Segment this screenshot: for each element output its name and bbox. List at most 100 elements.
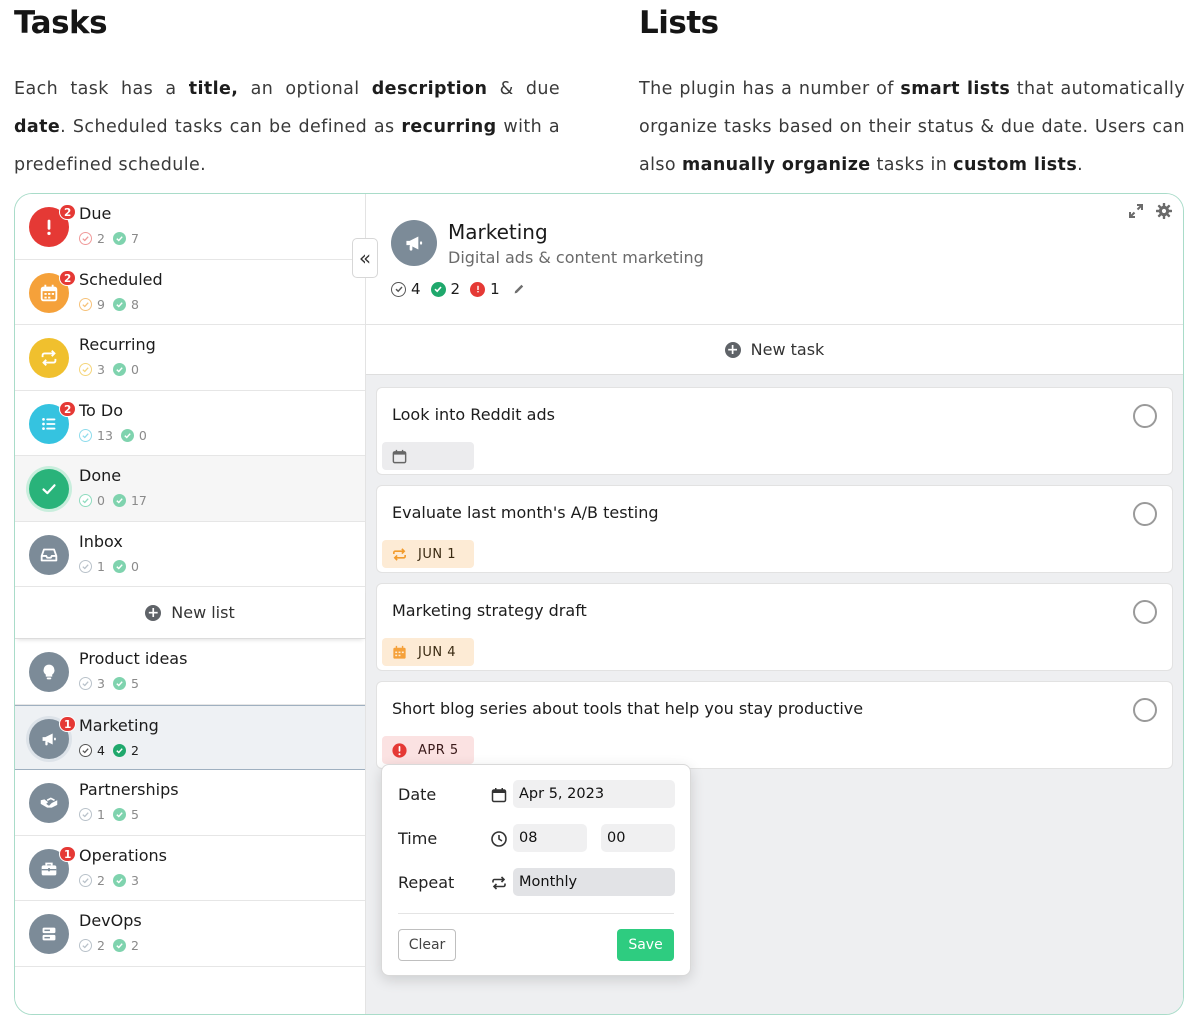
list-name: Done [79, 466, 122, 485]
date-input[interactable]: Apr 5, 2023 [513, 780, 675, 808]
tasks-heading: Tasks [14, 5, 108, 41]
task-title: Marketing strategy draft [392, 601, 587, 620]
done-tasks-icon [112, 494, 126, 507]
time-label: Time [398, 829, 438, 848]
clock-icon [491, 831, 507, 847]
sidebar: 2 Due 2 7 2 Scheduled 9 8 Recurring 3 0 … [15, 194, 366, 1014]
complete-task-checkbox[interactable] [1133, 600, 1157, 624]
list-counts: 1 0 [79, 559, 147, 574]
due-date-chip[interactable]: JUN 1 [382, 540, 474, 568]
done-tasks-icon [120, 428, 134, 442]
task-card[interactable]: Evaluate last month's A/B testing JUN 1 [376, 485, 1173, 573]
sidebar-item-marketing[interactable]: 1 Marketing 4 2 [15, 704, 365, 770]
done-tasks-icon [112, 232, 126, 245]
sidebar-item-operations[interactable]: 1 Operations 2 3 [15, 836, 365, 901]
complete-task-checkbox[interactable] [1133, 502, 1157, 526]
overdue-badge: 1 [59, 845, 77, 862]
tasks-description: Each task has a title, an optional descr… [14, 79, 560, 175]
list-name: Product ideas [79, 649, 188, 668]
task-card[interactable]: Short blog series about tools that help … [376, 681, 1173, 769]
hour-input[interactable]: 08 [513, 824, 587, 852]
task-card[interactable]: Marketing strategy draft JUN 4 [376, 583, 1173, 671]
done-tasks-icon [112, 363, 126, 376]
list-counts: 1 5 [79, 807, 147, 822]
list-counts: 4 2 [79, 743, 147, 758]
list-counts: 13 0 [79, 428, 155, 443]
new-task-label: New task [750, 340, 825, 359]
sidebar-item-recurring[interactable]: Recurring 3 0 [15, 325, 365, 391]
check-icon [29, 469, 69, 509]
repeat-select[interactable]: Monthly [513, 868, 675, 896]
calendar-icon [491, 788, 507, 803]
expand-icon[interactable] [1127, 202, 1145, 220]
save-button[interactable]: Save [617, 929, 674, 961]
open-tasks-icon [79, 873, 92, 887]
task-card[interactable]: Look into Reddit ads [376, 387, 1173, 475]
inbox-icon [29, 534, 69, 575]
minute-input[interactable]: 00 [601, 824, 675, 852]
gear-icon[interactable] [1155, 202, 1173, 220]
calendar-icon [393, 645, 406, 659]
list-subtitle: Digital ads & content marketing [448, 248, 704, 267]
sidebar-item-scheduled[interactable]: 2 Scheduled 9 8 [15, 260, 365, 325]
popover-divider [398, 913, 674, 914]
task-app: 2 Due 2 7 2 Scheduled 9 8 Recurring 3 0 … [14, 193, 1184, 1015]
repeat-row: Repeat Monthly [398, 868, 675, 898]
list-name: Due [79, 204, 112, 223]
list-name: Inbox [79, 531, 123, 551]
open-tasks-icon [79, 494, 92, 507]
sidebar-item-todo[interactable]: 2 To Do 13 0 [15, 391, 365, 456]
date-label: Date [398, 785, 437, 804]
collapse-sidebar-button[interactable]: « [352, 238, 378, 278]
sidebar-item-product-ideas[interactable]: Product ideas 3 5 [15, 639, 365, 705]
new-list-button[interactable]: + New list [15, 587, 365, 639]
done-tasks-icon [112, 559, 126, 573]
new-list-label: New list [171, 603, 235, 622]
time-row: Time 08 : 00 [398, 824, 675, 854]
megaphone-icon [391, 220, 437, 266]
clear-button[interactable]: Clear [398, 929, 456, 961]
list-name: DevOps [79, 911, 142, 930]
done-tasks-icon [430, 281, 446, 297]
lightbulb-icon [29, 652, 69, 692]
open-tasks-icon [79, 428, 92, 442]
new-task-button[interactable]: + New task [366, 325, 1183, 375]
sidebar-item-inbox[interactable]: Inbox 1 0 [15, 522, 365, 587]
list-name: Recurring [79, 335, 156, 354]
task-title: Look into Reddit ads [392, 405, 555, 424]
sidebar-item-partnerships[interactable]: Partnerships 1 5 [15, 770, 365, 836]
list-counts: 2 7 [79, 231, 147, 246]
done-tasks-icon [112, 808, 126, 821]
plus-icon: + [145, 604, 162, 621]
overdue-badge: 1 [59, 715, 77, 732]
server-icon [29, 914, 69, 954]
open-tasks-icon [79, 297, 92, 311]
repeat-icon [29, 338, 69, 378]
done-tasks-icon [112, 939, 126, 952]
due-date-chip[interactable] [382, 442, 474, 470]
done-tasks-icon [112, 873, 126, 887]
list-counts: 3 0 [79, 362, 147, 377]
sidebar-item-devops[interactable]: DevOps 2 2 [15, 901, 365, 967]
list-header: Marketing Digital ads & content marketin… [366, 194, 1183, 325]
open-tasks-icon [79, 808, 92, 821]
task-title: Evaluate last month's A/B testing [392, 503, 659, 522]
tasks-section: Tasks Each task has a title, an optional… [14, 0, 560, 184]
due-date-chip[interactable]: JUN 4 [382, 638, 474, 666]
complete-task-checkbox[interactable] [1133, 698, 1157, 722]
done-tasks-icon [112, 743, 126, 757]
lists-description: The plugin has a number of smart lists t… [639, 79, 1185, 175]
due-date-chip[interactable]: APR 5 [382, 736, 474, 764]
sidebar-item-done[interactable]: Done 0 17 [15, 456, 365, 522]
complete-task-checkbox[interactable] [1133, 404, 1157, 428]
edit-pencil-icon[interactable] [512, 282, 526, 296]
list-name: Partnerships [79, 780, 179, 799]
repeat-icon [393, 547, 406, 561]
handshake-icon [29, 783, 69, 823]
list-header-counts: 4 2 1 [391, 280, 526, 298]
list-name: Scheduled [79, 269, 163, 289]
calendar-icon [392, 449, 407, 463]
sidebar-item-due[interactable]: 2 Due 2 7 [15, 194, 365, 260]
repeat-icon [492, 876, 506, 890]
list-counts: 0 17 [79, 493, 155, 508]
